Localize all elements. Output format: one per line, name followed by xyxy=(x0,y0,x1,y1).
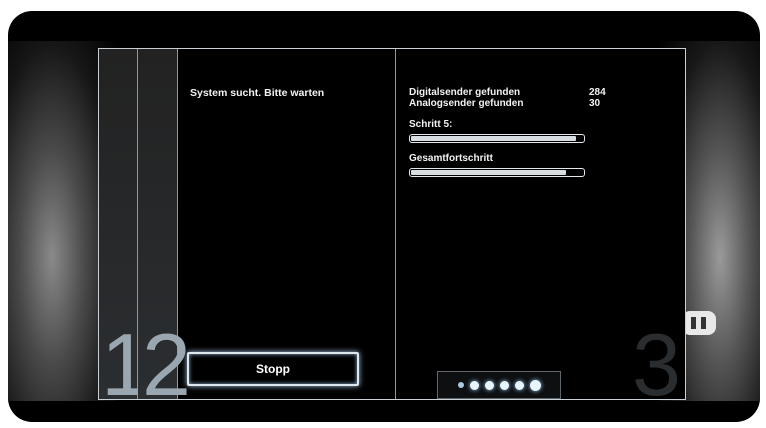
page-dot xyxy=(457,382,464,388)
digital-label: Digitalsender gefunden xyxy=(409,87,521,98)
page-dot xyxy=(469,380,479,390)
page-indicator xyxy=(437,371,561,399)
page-dot xyxy=(529,379,541,391)
analog-count-row: Analogsender gefunden 30 xyxy=(409,98,609,109)
step-tab-1: 1 xyxy=(99,49,150,409)
step-progress-label: Schritt 5: xyxy=(409,119,453,130)
analog-value: 30 xyxy=(589,98,601,109)
search-results: Digitalsender gefunden 284 Analogsender … xyxy=(409,87,609,177)
status-message: System sucht. Bitte warten xyxy=(190,87,325,99)
digital-value: 284 xyxy=(589,87,606,98)
installation-panel: 1 2 System sucht. Bitte warten Stopp Dig… xyxy=(98,48,686,409)
step-progress-fill xyxy=(411,136,576,141)
tv-screen: 1 2 System sucht. Bitte warten Stopp Dig… xyxy=(8,11,760,422)
analog-label: Analogsender gefunden xyxy=(409,98,524,109)
page-dot xyxy=(514,380,524,390)
step-number-2: 2 xyxy=(142,315,191,414)
digital-count-row: Digitalsender gefunden 284 xyxy=(409,87,609,98)
step-progress-bar xyxy=(409,134,585,143)
total-progress-bar xyxy=(409,168,585,177)
total-progress-label: Gesamtfortschritt xyxy=(409,153,493,164)
page-dot xyxy=(484,380,494,390)
pause-icon xyxy=(682,311,716,335)
total-progress-fill xyxy=(411,170,566,175)
page-dot xyxy=(499,380,509,390)
step-number-3: 3 xyxy=(632,315,681,414)
step-tab-2: 2 xyxy=(138,49,191,409)
panel-divider xyxy=(395,49,396,399)
stop-button[interactable]: Stopp xyxy=(187,352,359,386)
